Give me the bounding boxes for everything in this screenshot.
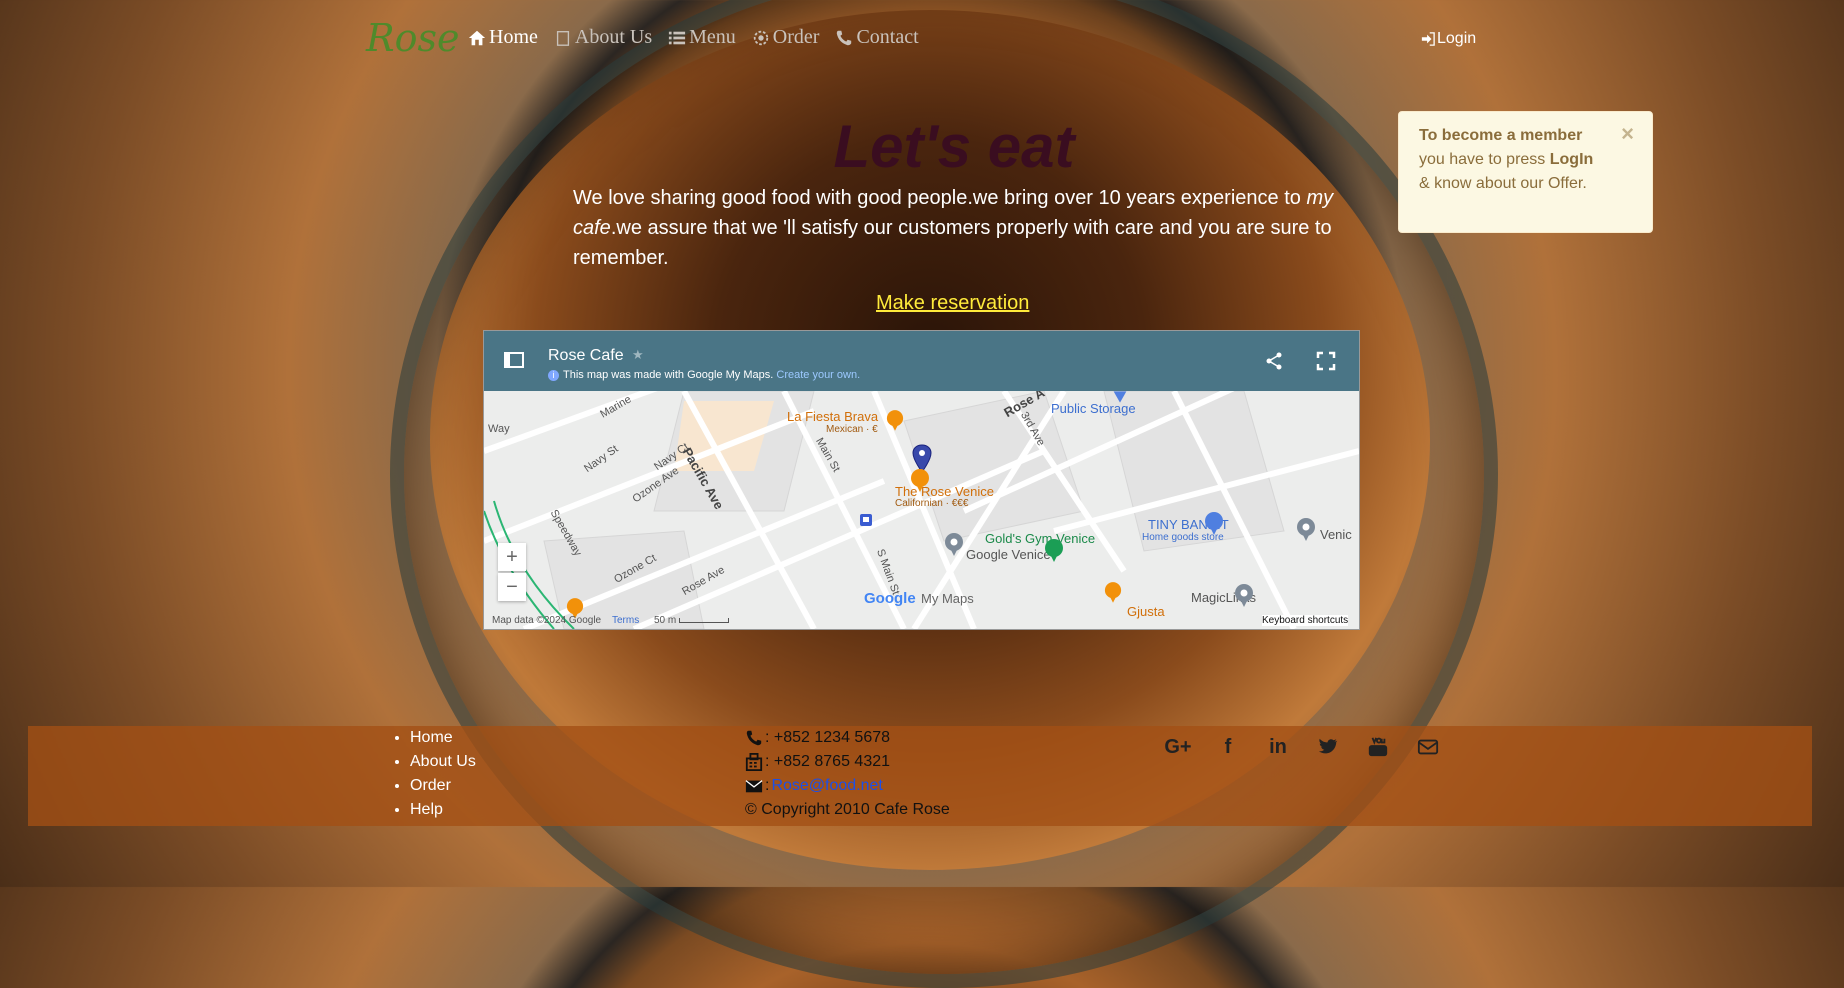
map-label-golds: Gold's Gym Venice — [985, 531, 1096, 546]
envelope-outline-glyph — [1417, 739, 1439, 755]
about-icon — [556, 30, 569, 46]
phone-icon — [746, 730, 762, 746]
info-icon: i — [548, 370, 559, 381]
poi-pin-icon-magiclinks[interactable] — [1234, 583, 1254, 607]
hero-text-2: .we assure that we 'll satisfy our custo… — [573, 217, 1332, 269]
map-label-google-venice: Google Venice — [966, 547, 1051, 562]
footer-link-about[interactable]: About Us — [410, 750, 476, 774]
social-links: G+ f in — [1163, 734, 1443, 760]
linkedin-icon[interactable]: in — [1263, 734, 1293, 760]
google-logo-text: Google — [864, 590, 916, 607]
google-plus-icon[interactable]: G+ — [1163, 734, 1193, 760]
home-icon — [468, 30, 486, 45]
page-title: Let's eat — [833, 113, 1075, 180]
footer-links: Home About Us Order Help — [380, 726, 476, 822]
star-icon[interactable]: ★ — [632, 347, 644, 363]
contact-email-sep: : — [765, 777, 770, 794]
contact-fax-text: : +852 8765 4321 — [765, 753, 891, 770]
fullscreen-icon[interactable] — [1316, 351, 1336, 371]
youtube-icon[interactable] — [1363, 734, 1393, 760]
fax-icon — [745, 753, 763, 771]
my-maps-logo: My Maps — [921, 591, 974, 606]
contact-email-link[interactable]: Rose@food.net — [771, 774, 882, 798]
nav-about[interactable]: About Us — [554, 26, 652, 49]
youtube-glyph — [1368, 737, 1388, 757]
map-label-fiesta: La Fiesta Brava — [787, 409, 879, 424]
login-icon — [1421, 32, 1435, 46]
facebook-icon[interactable]: f — [1213, 734, 1243, 760]
map-header: Rose Cafe ★ i This map was made with Goog… — [484, 331, 1359, 391]
hero-text-1: We love sharing good food with good peop… — [573, 187, 1307, 209]
map-note-text: This map was made with Google My Maps. — [563, 369, 774, 381]
nav-home[interactable]: Home — [468, 26, 538, 49]
make-reservation-link[interactable]: Make reservation — [876, 292, 1029, 315]
embedded-map[interactable]: Rose Cafe ★ i This map was made with Goog… — [483, 330, 1360, 630]
nav-contact[interactable]: Contact — [835, 26, 919, 49]
nav-menu-label: Menu — [689, 26, 736, 48]
twitter-icon[interactable] — [1313, 734, 1343, 760]
nav-about-label: About Us — [574, 26, 653, 48]
list-icon — [669, 31, 686, 44]
footer-contact: : +852 1234 5678 : +852 8765 4321 : Rose… — [745, 726, 950, 822]
contact-fax: : +852 8765 4321 — [745, 750, 950, 774]
order-icon — [753, 30, 768, 45]
shop-pin-icon[interactable] — [1204, 511, 1224, 535]
restaurant-pin-icon-fiesta[interactable] — [886, 409, 904, 431]
map-label-rose-venice-sub: Californian · €€€ — [895, 498, 969, 509]
login-label: Login — [1437, 30, 1477, 47]
login-link[interactable]: Login — [1421, 30, 1476, 48]
nav-order-label: Order — [772, 26, 820, 48]
restaurant-pin-icon[interactable] — [910, 468, 930, 492]
brand-logo[interactable]: Rose — [366, 16, 459, 60]
hero-description: We love sharing good food with good peop… — [573, 183, 1346, 273]
contact-email: : Rose@food.net — [745, 774, 950, 798]
map-canvas[interactable]: Way Marine Navy St Navy Ct Pacific Ave O… — [484, 331, 1359, 629]
nav-order[interactable]: Order — [752, 26, 820, 49]
map-label-way: Way — [488, 423, 510, 435]
contact-phone: : +852 1234 5678 — [745, 726, 950, 750]
contact-phone-text: : +852 1234 5678 — [765, 729, 891, 746]
twitter-bird-glyph — [1318, 738, 1338, 754]
restaurant-pin-icon-gjusta[interactable] — [1104, 581, 1122, 603]
map-label-public-storage: Public Storage — [1051, 401, 1136, 416]
map-title: Rose Cafe — [548, 347, 624, 364]
google-logo: Google — [864, 590, 916, 607]
envelope-icon — [745, 780, 763, 793]
envelope-icon[interactable] — [1413, 734, 1443, 760]
footer: Home About Us Order Help : +852 1234 567… — [28, 726, 1812, 826]
nav-home-label: Home — [489, 26, 538, 48]
sidebar-toggle-icon[interactable] — [504, 352, 524, 368]
zoom-in-button[interactable]: + — [498, 543, 526, 571]
map-label-fiesta-sub: Mexican · € — [826, 424, 878, 435]
share-icon[interactable] — [1264, 351, 1284, 371]
phone-icon — [837, 30, 852, 45]
copyright: © Copyright 2010 Cafe Rose — [745, 801, 950, 818]
create-your-own-link[interactable]: Create your own. — [776, 369, 860, 381]
map-label-venic: Venic — [1320, 527, 1352, 542]
map-label-gjusta: Gjusta — [1127, 604, 1165, 619]
map-scale: 50 m — [654, 615, 677, 626]
zoom-out-button[interactable]: − — [498, 573, 526, 601]
bus-stop-icon[interactable] — [859, 513, 873, 527]
nav-contact-label: Contact — [856, 26, 919, 48]
keyboard-shortcuts-link[interactable]: Keyboard shortcuts — [1262, 615, 1349, 626]
poi-pin-icon-venice[interactable] — [1296, 517, 1316, 541]
map-note: i This map was made with Google My Maps. … — [548, 369, 860, 381]
map-terms-link[interactable]: Terms — [612, 615, 639, 626]
gym-pin-icon[interactable] — [1044, 538, 1064, 562]
storage-pin-icon[interactable] — [1112, 391, 1128, 403]
map-scale-bar — [679, 618, 729, 623]
poi-pin-icon[interactable] — [944, 532, 964, 556]
navbar: Rose Home About Us Menu Order Contact Lo… — [0, 0, 1844, 80]
footer-link-home[interactable]: Home — [410, 726, 476, 750]
nav-menu[interactable]: Menu — [668, 26, 736, 49]
map-data-credit: Map data ©2024 Google — [492, 615, 602, 626]
footer-link-help[interactable]: Help — [410, 798, 476, 822]
footer-link-order[interactable]: Order — [410, 774, 476, 798]
nav-menu: Home About Us Menu Order Contact — [468, 26, 919, 49]
